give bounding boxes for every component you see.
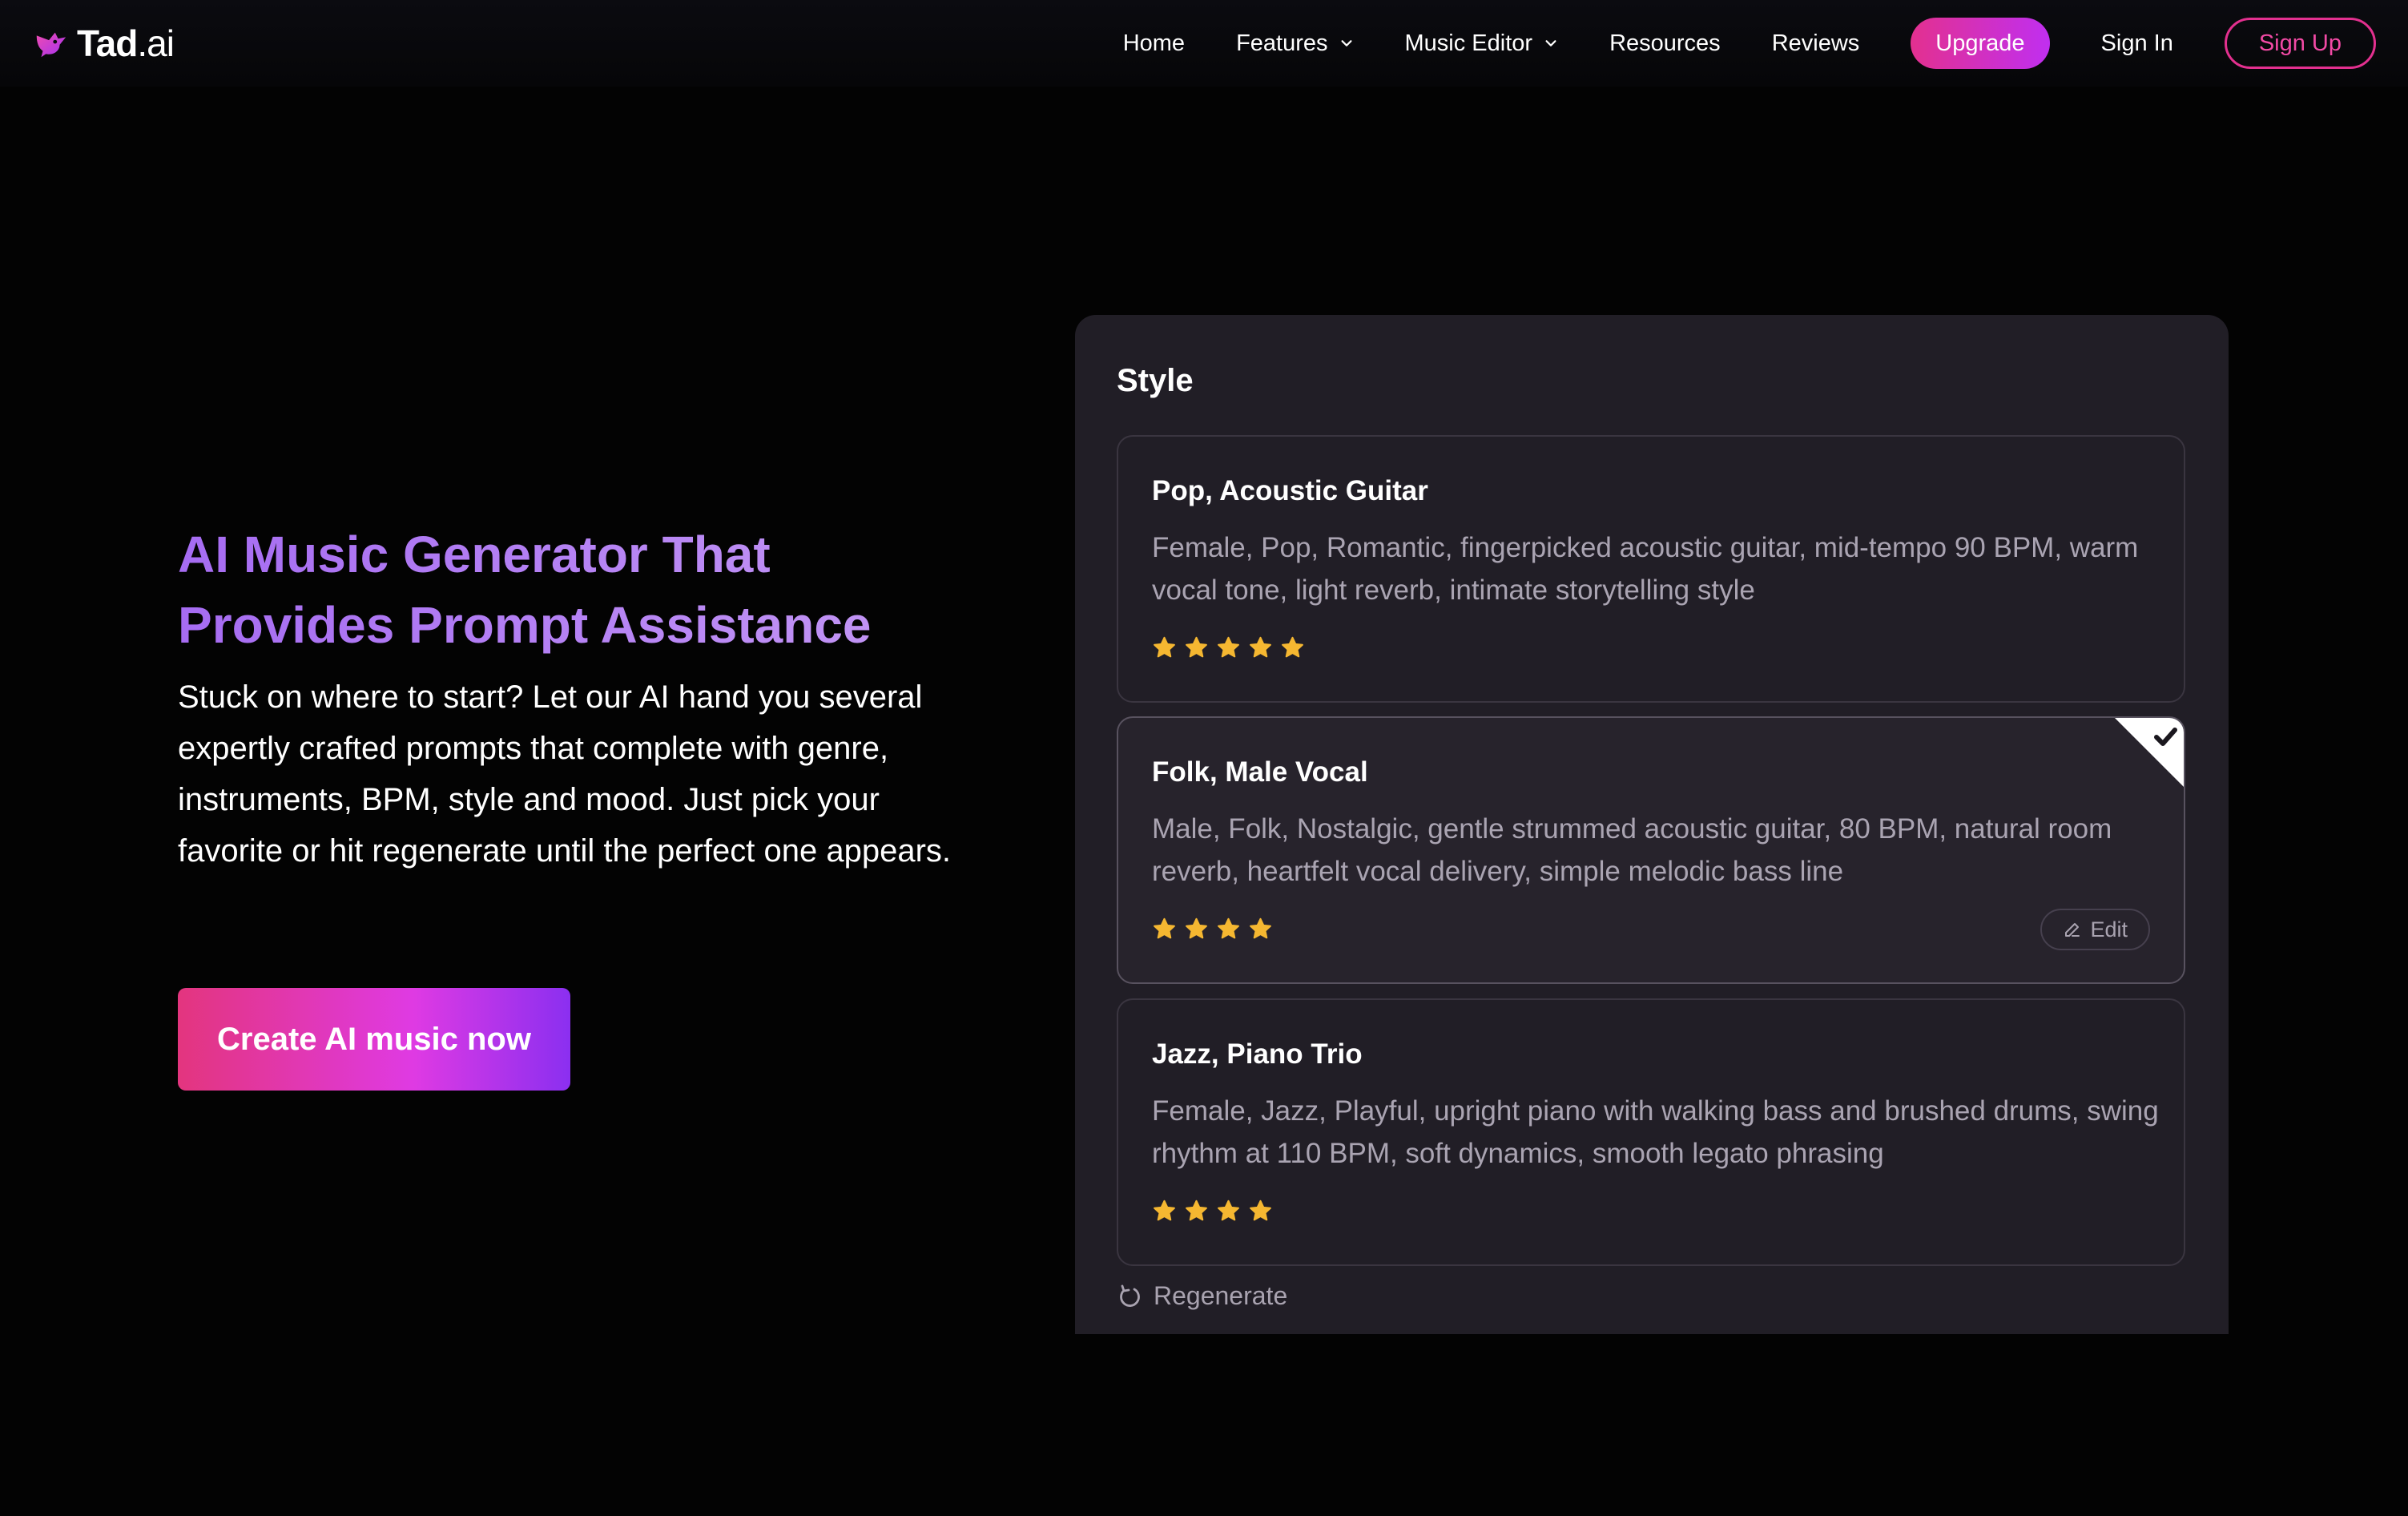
hero-description: Stuck on where to start? Let our AI hand… — [178, 679, 952, 869]
sign-in-button[interactable]: Sign In — [2101, 30, 2173, 57]
style-card-folk[interactable]: Folk, Male Vocal Male, Folk, Nostalgic, … — [1117, 716, 2185, 984]
upgrade-button[interactable]: Upgrade — [1911, 18, 2050, 69]
star-icon — [1186, 636, 1207, 658]
rating-stars — [1152, 635, 1305, 660]
style-card-description: Male, Folk, Nostalgic, gentle strummed a… — [1152, 813, 2112, 887]
style-panel: Style Pop, Acoustic Guitar Female, Pop, … — [1075, 315, 2229, 1334]
style-card-title: Jazz, Piano Trio — [1152, 1038, 1363, 1070]
check-icon — [2115, 718, 2184, 787]
refresh-icon — [1120, 1284, 1140, 1307]
star-icon — [1186, 1199, 1207, 1221]
pencil-icon — [2065, 923, 2080, 937]
sign-up-button[interactable]: Sign Up — [2224, 18, 2376, 69]
nav-music-editor[interactable]: Music Editor — [1405, 30, 1559, 57]
style-card-jazz[interactable]: Jazz, Piano Trio Female, Jazz, Playful, … — [1117, 998, 2185, 1266]
music-bird-icon — [36, 32, 66, 58]
regenerate-button[interactable]: Regenerate — [1117, 1281, 1287, 1311]
edit-button[interactable]: Edit — [2040, 909, 2150, 950]
star-icon — [1154, 636, 1175, 658]
top-nav: Tad.ai Home Features Music Editor Resour… — [0, 0, 2408, 87]
style-card-pop[interactable]: Pop, Acoustic Guitar Female, Pop, Romant… — [1117, 435, 2185, 703]
logo[interactable]: Tad.ai — [32, 21, 175, 66]
nav-reviews[interactable]: Reviews — [1772, 30, 1860, 57]
chevron-down-icon — [1341, 40, 1351, 46]
star-icon — [1282, 636, 1303, 658]
star-icon — [1154, 1199, 1175, 1221]
star-icon — [1186, 917, 1207, 939]
hero-title: AI Music Generator That Provides Prompt … — [178, 519, 1019, 660]
star-icon — [1218, 1199, 1239, 1221]
style-card-description: Female, Pop, Romantic, fingerpicked acou… — [1152, 532, 2139, 606]
star-icon — [1250, 917, 1271, 939]
nav-menu: Home Features Music Editor Resources Rev… — [1123, 16, 2376, 71]
star-icon — [1218, 636, 1239, 658]
chevron-down-icon — [1545, 40, 1556, 46]
rating-stars — [1152, 917, 1273, 941]
style-panel-title: Style — [1117, 363, 1194, 398]
nav-home[interactable]: Home — [1123, 30, 1185, 57]
create-music-button[interactable]: Create AI music now — [178, 988, 570, 1091]
nav-features[interactable]: Features — [1236, 30, 1353, 57]
star-icon — [1250, 1199, 1271, 1221]
logo-text: Tad.ai — [77, 22, 175, 64]
style-card-title: Folk, Male Vocal — [1152, 756, 1368, 788]
star-icon — [1154, 917, 1175, 939]
nav-resources[interactable]: Resources — [1609, 30, 1721, 57]
rating-stars — [1152, 1199, 1273, 1224]
star-icon — [1218, 917, 1239, 939]
style-card-description: Female, Jazz, Playful, upright piano wit… — [1152, 1095, 2159, 1169]
style-card-title: Pop, Acoustic Guitar — [1152, 475, 1428, 506]
star-icon — [1250, 636, 1271, 658]
